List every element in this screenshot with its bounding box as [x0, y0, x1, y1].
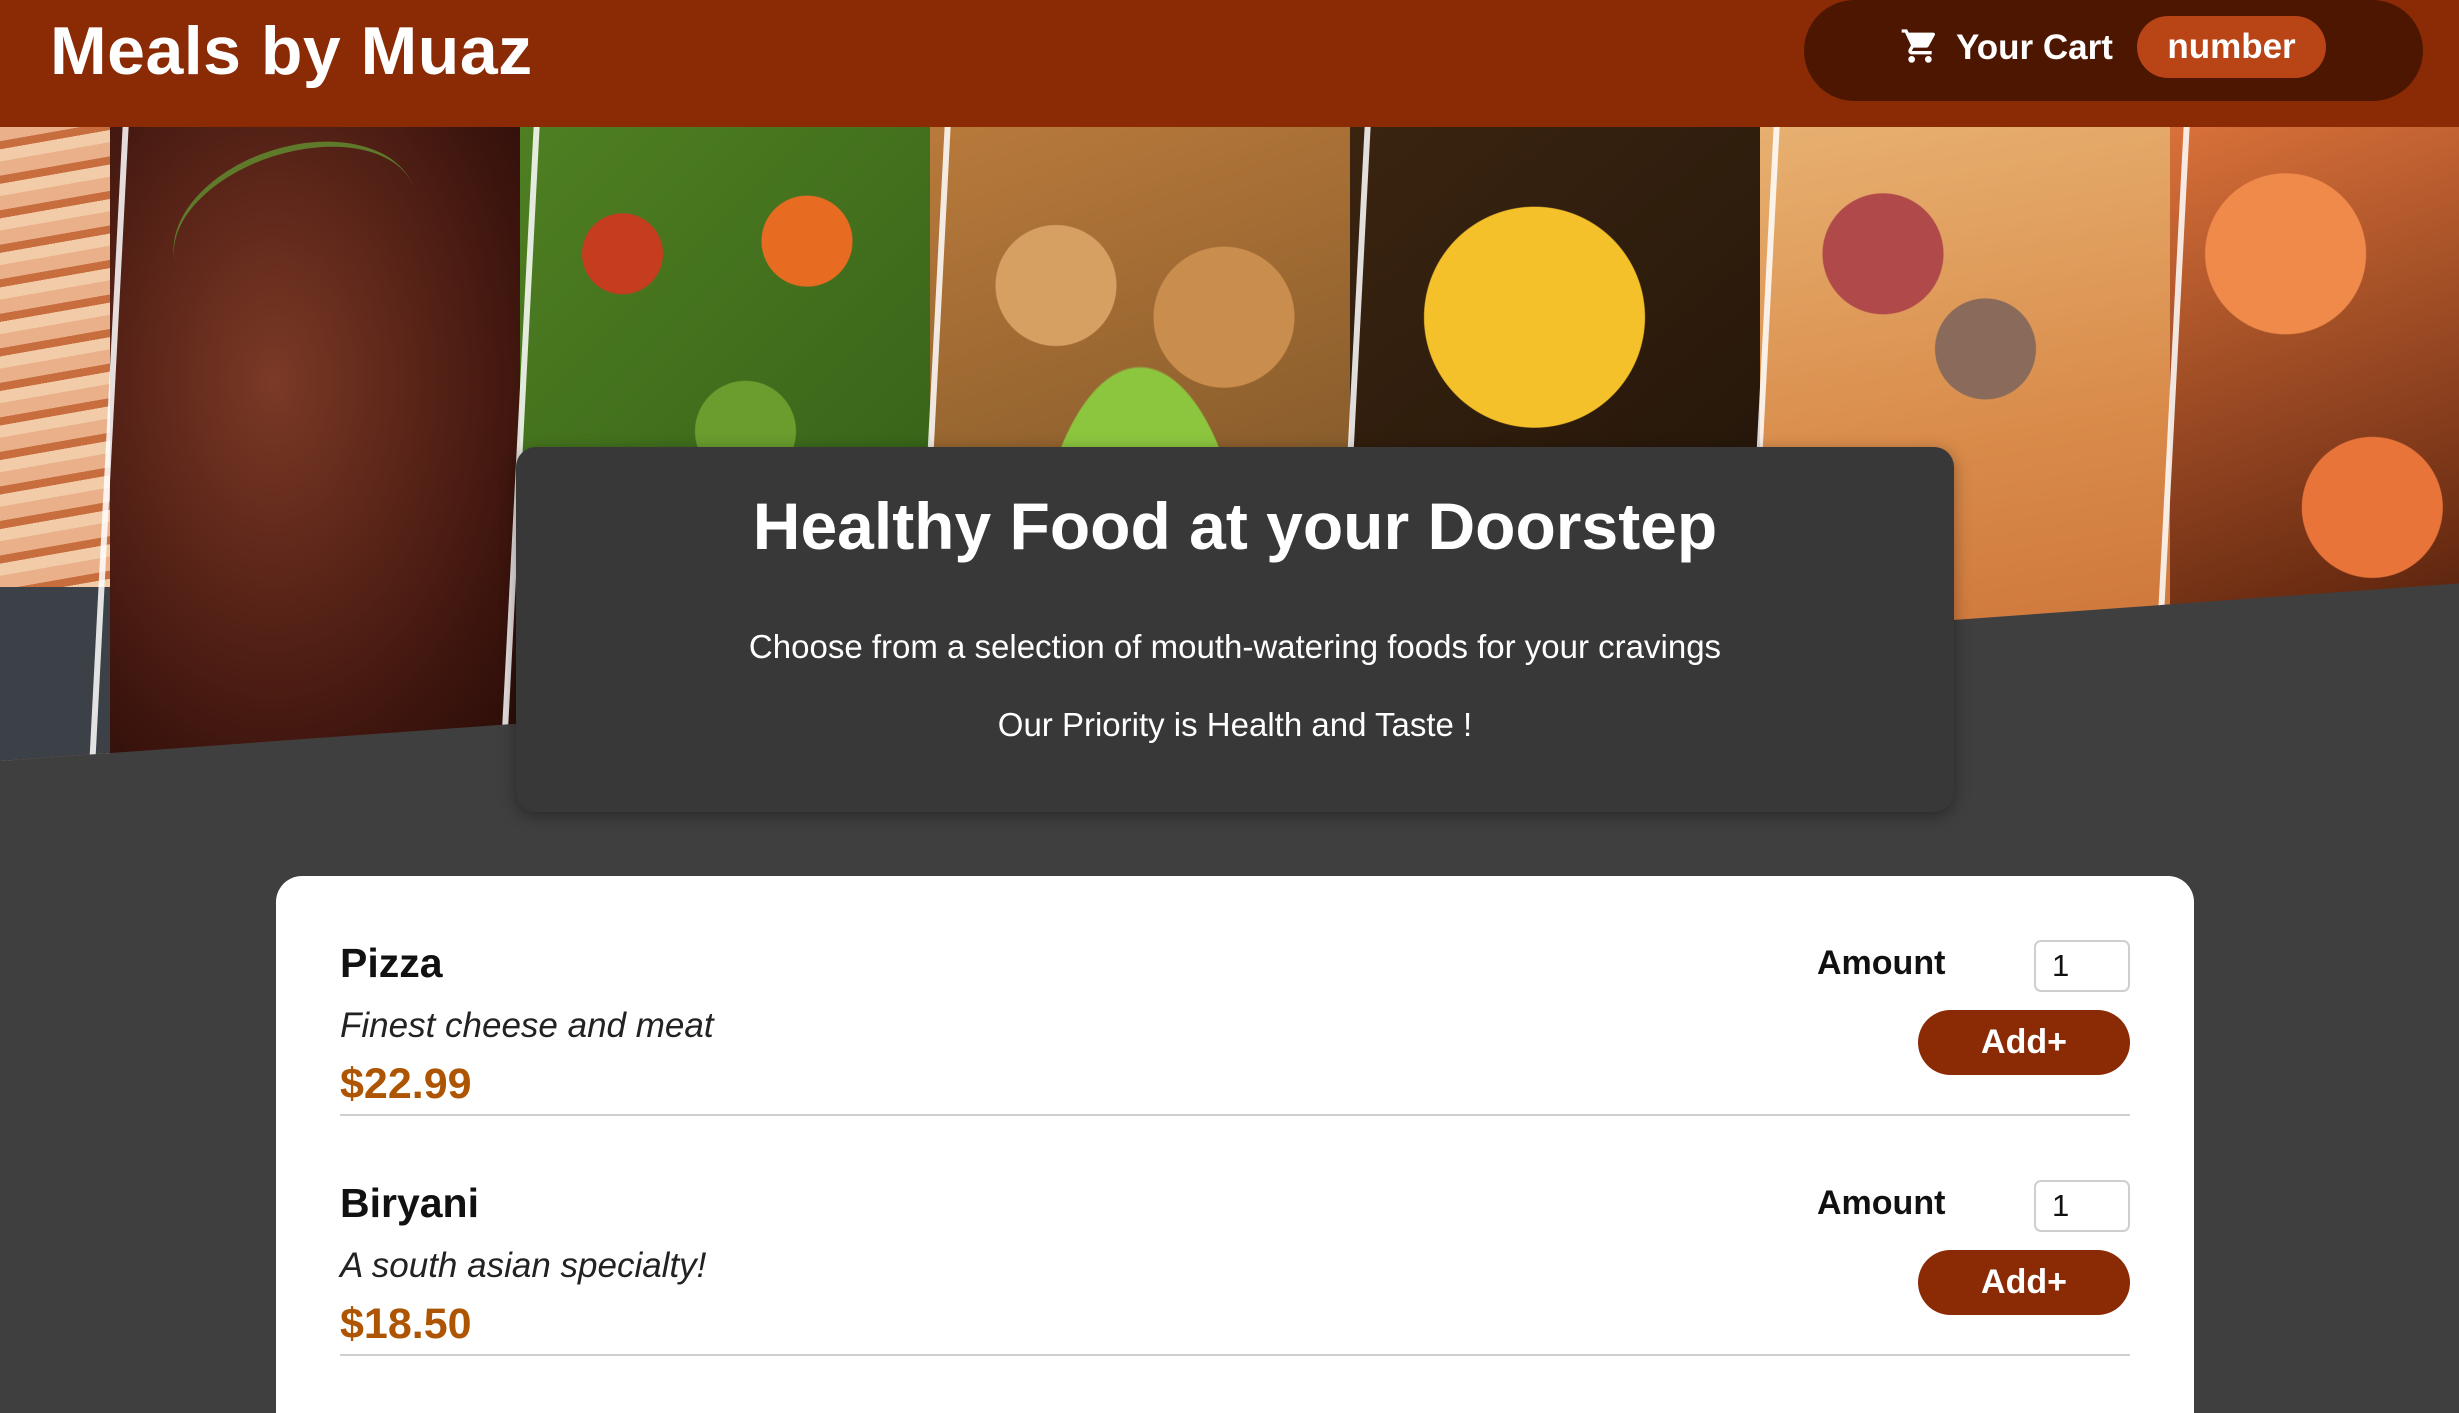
app-header: Meals by Muaz Your Cart number — [0, 0, 2459, 127]
meal-price: $18.50 — [340, 1300, 472, 1348]
amount-input[interactable] — [2034, 1180, 2130, 1232]
meal-item-pizza: Pizza Finest cheese and meat $22.99 Amou… — [340, 876, 2130, 1116]
summary-text-2: Our Priority is Health and Taste ! — [997, 706, 1473, 743]
meal-description: Finest cheese and meat — [340, 1006, 714, 1045]
cart-icon — [1901, 29, 1936, 63]
page: Meals by Muaz Your Cart number Healthy F… — [0, 0, 2459, 1413]
add-to-cart-button[interactable]: Add+ — [1918, 1250, 2130, 1315]
meals-list: Pizza Finest cheese and meat $22.99 Amou… — [276, 876, 2194, 1413]
cart-label: Your Cart — [1956, 28, 2113, 67]
food-image-steak — [110, 127, 520, 761]
meal-item-biryani: Biryani A south asian specialty! $18.50 … — [340, 1116, 2130, 1356]
cart-button[interactable]: Your Cart number — [1804, 0, 2423, 101]
brand-title: Meals by Muaz — [50, 13, 533, 89]
meal-name: Biryani — [340, 1180, 479, 1226]
meal-price: $22.99 — [340, 1060, 472, 1108]
cart-count-badge: number — [2137, 16, 2326, 78]
meal-name: Pizza — [340, 940, 443, 986]
summary-title: Healthy Food at your Doorstep — [752, 489, 1718, 563]
summary-text-1: Choose from a selection of mouth-waterin… — [748, 628, 1722, 665]
add-to-cart-button[interactable]: Add+ — [1918, 1010, 2130, 1075]
meals-summary: Healthy Food at your Doorstep Choose fro… — [516, 447, 1954, 812]
amount-label: Amount — [1817, 1184, 1946, 1222]
amount-label: Amount — [1817, 944, 1946, 982]
meal-description: A south asian specialty! — [340, 1246, 707, 1285]
food-image-shrimp — [2170, 127, 2459, 761]
amount-input[interactable] — [2034, 940, 2130, 992]
